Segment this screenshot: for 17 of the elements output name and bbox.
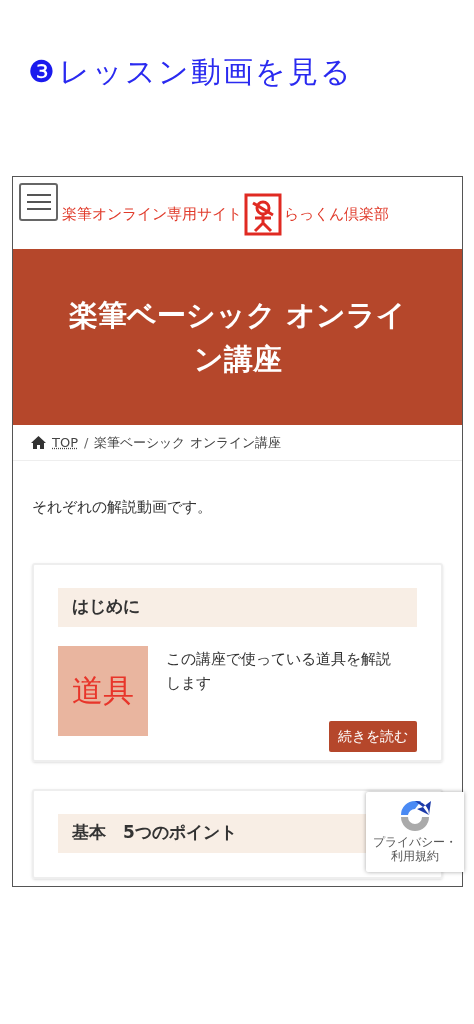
step-number: ❸	[28, 53, 55, 91]
card-excerpt: この講座で使っている道具を解説します	[166, 648, 392, 694]
home-icon	[31, 436, 46, 449]
intro-text: それぞれの解説動画です。	[31, 497, 213, 518]
page-heading: レッスン動画を見る	[58, 53, 353, 91]
privacy-terms-link[interactable]: プライバシー・利用規約	[366, 835, 464, 863]
banner-title: 楽筆ベーシック オンライン講座	[67, 297, 408, 378]
card-title[interactable]: はじめに	[72, 594, 140, 620]
site-name[interactable]: らっくん倶楽部	[284, 202, 389, 226]
breadcrumb-separator: /	[84, 433, 89, 452]
read-more-button[interactable]: 続きを読む	[329, 720, 417, 752]
breadcrumb-link[interactable]: TOP	[52, 432, 78, 453]
site-name[interactable]: 楽筆オンライン専用サイト	[62, 202, 242, 226]
card-title[interactable]: 基本 5つのポイント	[72, 820, 237, 846]
menu-button[interactable]	[19, 183, 58, 221]
stamp-logo-icon[interactable]	[243, 191, 283, 237]
breadcrumb-current: 楽筆ベーシック オンライン講座	[94, 433, 281, 452]
